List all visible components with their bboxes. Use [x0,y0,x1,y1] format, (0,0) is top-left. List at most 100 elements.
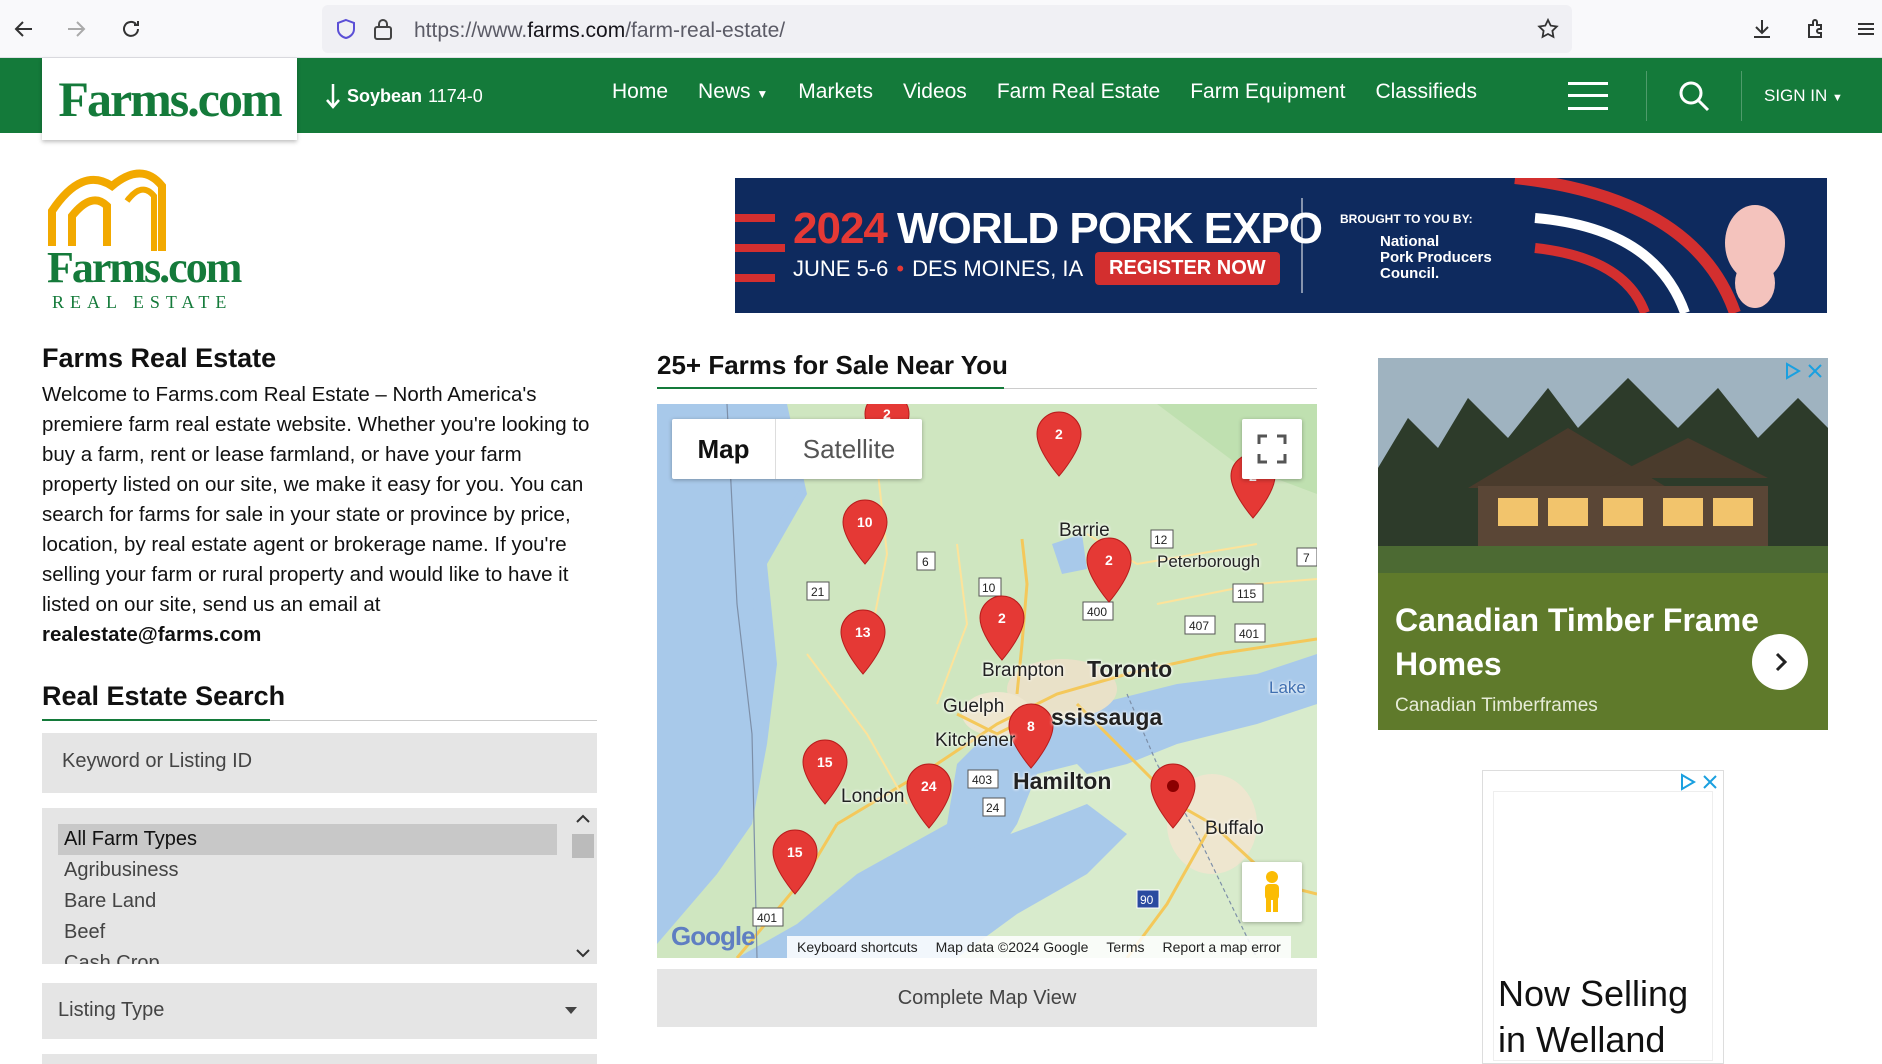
street-view-pegman-icon[interactable] [1242,862,1302,922]
register-now-button[interactable]: REGISTER NOW [1095,252,1280,285]
reload-icon[interactable] [115,13,147,45]
banner-location: DES MOINES, IA [912,256,1084,281]
nav-farm-real-estate[interactable]: Farm Real Estate [997,80,1160,104]
keyword-input[interactable]: Keyword or Listing ID [42,733,597,793]
svg-text:90: 90 [1140,893,1154,907]
nav-markets[interactable]: Markets [798,80,873,104]
banner-brought-by: BROUGHT TO YOU BY: [1340,212,1473,226]
banner-title: WORLD PORK EXPO [897,204,1323,253]
site-logo[interactable]: Farms.com [42,58,297,140]
sponsor-line: National [1380,233,1440,250]
farms-map[interactable]: 6 21 10 12 115 407 401 400 7 403 24 401 … [657,404,1317,958]
banner-dates: JUNE 5-6 [793,256,889,281]
chevron-right-icon[interactable] [1752,634,1808,690]
real-estate-logo[interactable]: Farms.com REAL ESTATE [42,156,252,316]
list-item[interactable]: Cash Crop [42,948,597,964]
listing-type-select[interactable]: Listing Type [42,983,597,1039]
welland-ad[interactable]: Now Selling in Welland [1482,770,1724,1064]
map-city-label: Peterborough [1157,552,1261,571]
divider [1646,70,1647,121]
fullscreen-icon[interactable] [1242,419,1302,479]
farm-type-list[interactable]: All Farm Types Agribusiness Bare Land Be… [42,808,597,964]
url-bar[interactable]: https://www.farms.com/farm-real-estate/ [322,5,1572,53]
page-title: Farms Real Estate [42,343,277,373]
scrollbar[interactable] [569,808,597,964]
nav-classifieds[interactable]: Classifieds [1375,80,1477,104]
sponsor-line: Pork Producers [1380,249,1492,266]
adchoices-icon[interactable] [1679,773,1697,791]
google-logo[interactable]: Google [671,921,756,952]
svg-text:7: 7 [1303,551,1310,565]
svg-text:10: 10 [857,514,873,530]
hamburger-icon[interactable] [1568,81,1608,110]
svg-text:15: 15 [817,754,833,770]
list-item[interactable]: Beef [42,917,597,948]
close-icon[interactable] [1806,362,1824,380]
list-item[interactable]: Bare Land [42,886,597,917]
menu-icon[interactable] [1850,13,1882,45]
nav-right-tools: SIGN IN ▼ [1568,58,1843,133]
svg-text:13: 13 [855,624,871,640]
satellite-view-button[interactable]: Satellite [776,419,922,479]
list-item[interactable]: All Farm Types [58,824,557,855]
map-footer: Keyboard shortcuts Map data ©2024 Google… [787,936,1291,958]
commodity-ticker[interactable]: Soybean 1174-0 [325,82,483,110]
svg-text:10: 10 [982,581,996,595]
nav-news-label: News [698,80,751,103]
next-search-field[interactable] [42,1054,597,1064]
bookmark-star-icon[interactable] [1536,17,1560,46]
sign-in-button[interactable]: SIGN IN ▼ [1764,86,1843,106]
svg-text:12: 12 [1154,533,1168,547]
map-data-text: Map data ©2024 Google [935,939,1089,955]
adchoices-icon[interactable] [1784,362,1802,380]
map-city-label: Buffalo [1205,818,1264,839]
email-link[interactable]: realestate@farms.com [42,623,261,646]
map-city-label: Barrie [1059,520,1110,541]
download-icon[interactable] [1746,13,1778,45]
ad-title: Canadian Timber Frame Homes [1395,602,1759,682]
ad-choices[interactable] [1784,362,1824,380]
keyboard-shortcuts-link[interactable]: Keyboard shortcuts [797,939,918,955]
svg-text:21: 21 [811,585,825,599]
svg-text:24: 24 [921,778,937,794]
forward-icon[interactable] [60,13,92,45]
list-item[interactable]: Agribusiness [42,855,597,886]
report-error-link[interactable]: Report a map error [1163,939,1281,955]
timber-frame-ad[interactable]: Canadian Timber Frame Homes Canadian Tim… [1378,358,1828,730]
complete-map-view-button[interactable]: Complete Map View [657,969,1317,1027]
back-icon[interactable] [8,13,40,45]
ad-advertiser: Canadian Timberframes [1395,695,1598,716]
world-pork-expo-banner[interactable]: 2024 WORLD PORK EXPO JUNE 5-6 • DES MOIN… [735,178,1827,313]
caret-down-icon [565,1007,577,1014]
nav-news[interactable]: News ▼ [698,80,768,104]
map-city-label: Brampton [982,660,1065,681]
nav-farm-equipment[interactable]: Farm Equipment [1190,80,1345,104]
shield-icon[interactable] [334,17,358,46]
down-arrow-icon [326,84,340,109]
map-view-button[interactable]: Map [672,419,776,479]
map-city-label: Kitchener [935,730,1016,751]
close-icon[interactable] [1701,773,1719,791]
terms-link[interactable]: Terms [1106,939,1144,955]
map-city-label: London [841,786,905,807]
real-estate-logo-sub: REAL ESTATE [52,292,233,312]
search-heading: Real Estate Search [42,681,286,711]
sponsor-name: National Pork Producers Council. [1380,234,1492,282]
svg-text:401: 401 [1239,627,1259,641]
caret-down-icon: ▼ [1832,91,1843,104]
banner-date-location: JUNE 5-6 • DES MOINES, IA [793,256,1083,282]
nav-videos[interactable]: Videos [903,80,967,104]
search-icon[interactable] [1677,79,1711,113]
sign-in-label: SIGN IN [1764,85,1828,105]
intro-paragraph: Welcome to Farms.com Real Estate – North… [42,380,602,650]
heading-underline [657,387,1004,389]
nav-home[interactable]: Home [612,80,668,104]
ad-choices[interactable] [1679,773,1719,791]
lock-icon[interactable] [372,17,394,46]
intro-text: Welcome to Farms.com Real Estate – North… [42,383,590,616]
url-text[interactable]: https://www.farms.com/farm-real-estate/ [414,19,785,43]
svg-text:2: 2 [1105,552,1113,568]
main-nav: Home News ▼ Markets Videos Farm Real Est… [612,80,1477,104]
extensions-icon[interactable] [1800,13,1832,45]
map-city-label: Guelph [943,696,1005,717]
